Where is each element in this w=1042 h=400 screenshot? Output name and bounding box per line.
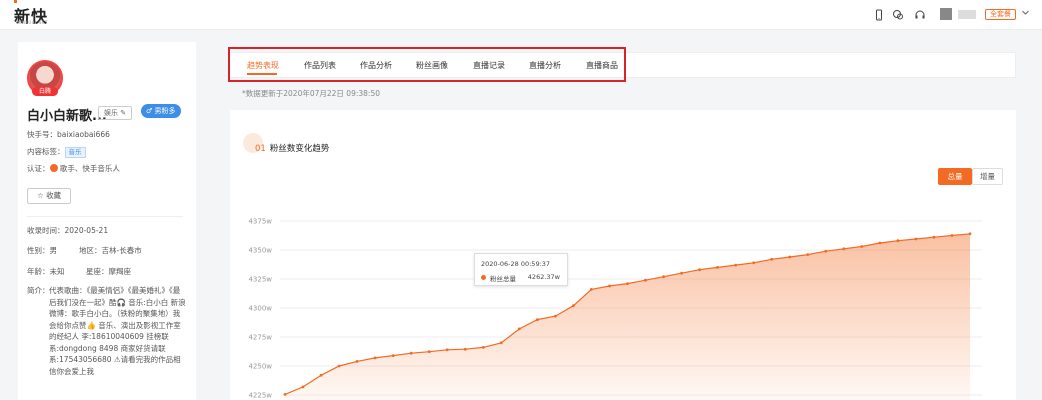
total-toggle-button[interactable]: 总量 — [938, 168, 972, 185]
section-number: 01 — [255, 144, 266, 154]
male-icon: ♂ — [146, 107, 153, 115]
plan-badge[interactable]: 全套餐 — [985, 9, 1016, 20]
tab-works-analysis[interactable]: 作品分析 — [360, 60, 392, 71]
data-point — [950, 234, 954, 237]
data-point — [842, 247, 846, 251]
zodiac-info: 星座：摩羯座 — [86, 267, 131, 276]
kuaishou-id: 快手号：baixiaobai666 — [27, 130, 110, 139]
active-tab-underline — [247, 73, 277, 75]
data-point — [680, 271, 683, 275]
y-tick-label: 4375w — [248, 218, 272, 226]
intro-text: 代表歌曲：《最美情侣》《最美婚礼》《最后我们没在一起》酷🎧 音乐:白小白 新浪微… — [49, 286, 186, 376]
y-tick-label: 4300w — [248, 305, 272, 313]
section-title: 01 粉丝数变化趋势 — [255, 144, 330, 154]
data-point — [806, 253, 810, 256]
data-point — [590, 288, 593, 291]
divider — [27, 216, 183, 217]
intro: 简介： 代表歌曲：《最美情侣》《最美婚礼》《最后我们没在一起》酷🎧 音乐:白小白… — [27, 285, 187, 377]
top-bar: 新快 XINKUAI.NET 全套餐 — [0, 0, 1042, 30]
tab-live-analysis[interactable]: 直播分析 — [529, 60, 561, 71]
data-point — [698, 268, 701, 272]
tab-live-products[interactable]: 直播商品 — [586, 60, 618, 71]
chart-tooltip: 2020-06-28 00:59:37 粉丝总量 4262.37w — [474, 253, 568, 286]
data-point — [517, 327, 521, 331]
chevron-down-icon[interactable] — [1021, 8, 1030, 20]
gender-tag: ♂ 男粉多 — [141, 104, 181, 118]
data-point — [788, 255, 792, 259]
user-avatar[interactable] — [940, 8, 952, 20]
tooltip-date: 2020-06-28 00:59:37 — [481, 260, 551, 268]
data-point — [427, 350, 431, 354]
user-name-blurred[interactable] — [958, 10, 976, 19]
profile-name: 白小白新歌... — [27, 109, 107, 124]
data-point — [554, 314, 557, 318]
data-point — [734, 263, 738, 267]
star-icon: ☆ — [36, 191, 44, 200]
data-point — [752, 261, 756, 265]
data-point — [536, 318, 539, 321]
data-point — [355, 360, 359, 363]
area-fill — [285, 233, 970, 400]
y-axis: 4375w 4350w 4325w 4300w 4275w 4250w 4225w — [248, 218, 272, 400]
data-point — [319, 373, 323, 377]
content-tags: 内容标签： 音乐 — [27, 146, 86, 158]
record-time: 收录时间：2020-05-21 — [27, 226, 109, 235]
data-point — [878, 241, 882, 245]
data-point — [932, 235, 936, 239]
data-point — [608, 284, 611, 288]
data-point — [409, 351, 413, 355]
logo-subtitle: XINKUAI.NET — [17, 20, 49, 25]
data-point — [968, 232, 972, 236]
data-point — [662, 275, 665, 279]
y-tick-label: 4225w — [248, 392, 272, 400]
increment-toggle-button[interactable]: 增量 — [972, 168, 1003, 185]
content-tag: 音乐 — [64, 147, 86, 158]
data-point — [572, 304, 575, 308]
tooltip-label: 粉丝总量 — [490, 275, 516, 283]
data-point — [644, 278, 647, 282]
headset-icon[interactable] — [914, 9, 926, 21]
data-point — [463, 347, 467, 351]
y-tick-label: 4325w — [248, 276, 272, 284]
data-point — [301, 385, 305, 389]
tab-trend[interactable]: 趋势表现 — [247, 60, 279, 71]
data-point — [391, 354, 395, 357]
profile-panel: 白腾 白小白新歌... 娱乐 ✎ ♂ 男粉多 快手号：baixiaobai666… — [18, 42, 196, 400]
data-point — [499, 341, 503, 345]
phone-icon[interactable] — [873, 9, 885, 21]
category-tag: 娱乐 ✎ — [98, 106, 133, 120]
avatar-tag: 白腾 — [32, 87, 58, 96]
data-point — [860, 245, 864, 248]
tab-fan-profile[interactable]: 粉丝画像 — [416, 60, 448, 71]
data-point — [824, 249, 828, 253]
data-point — [626, 282, 629, 285]
verified-icon — [49, 164, 58, 172]
tooltip-series-dot — [481, 275, 486, 280]
data-point — [337, 364, 341, 368]
data-point — [373, 356, 377, 360]
data-point — [445, 348, 449, 352]
y-tick-label: 4275w — [248, 334, 272, 342]
tab-works-list[interactable]: 作品列表 — [304, 60, 336, 71]
data-point — [716, 266, 719, 269]
data-point — [283, 393, 287, 396]
wechat-icon[interactable] — [892, 9, 904, 21]
tab-live-records[interactable]: 直播记录 — [473, 60, 505, 71]
y-tick-label: 4350w — [248, 247, 272, 255]
intro-label: 简介： — [27, 286, 50, 295]
fans-trend-chart[interactable]: 4375w 4350w 4325w 4300w 4275w 4250w 4225w — [230, 200, 1016, 400]
data-point — [770, 257, 774, 261]
update-note: *数据更新于2020年07月22日 09:38:50 — [242, 89, 380, 98]
age-info: 年龄：未知 — [27, 267, 65, 276]
gender-info: 性别：男 — [27, 246, 57, 255]
favorite-button[interactable]: ☆ 收藏 — [27, 188, 71, 204]
y-tick-label: 4250w — [248, 363, 272, 371]
data-point — [481, 346, 485, 349]
data-point — [896, 239, 900, 243]
data-point — [914, 237, 918, 241]
verification: 认证： 歌手、快手音乐人 — [27, 164, 120, 173]
tooltip-value: 4262.37w — [527, 273, 560, 281]
edit-icon: ✎ — [120, 109, 127, 117]
region-info: 地区：吉林-长春市 — [79, 246, 142, 255]
